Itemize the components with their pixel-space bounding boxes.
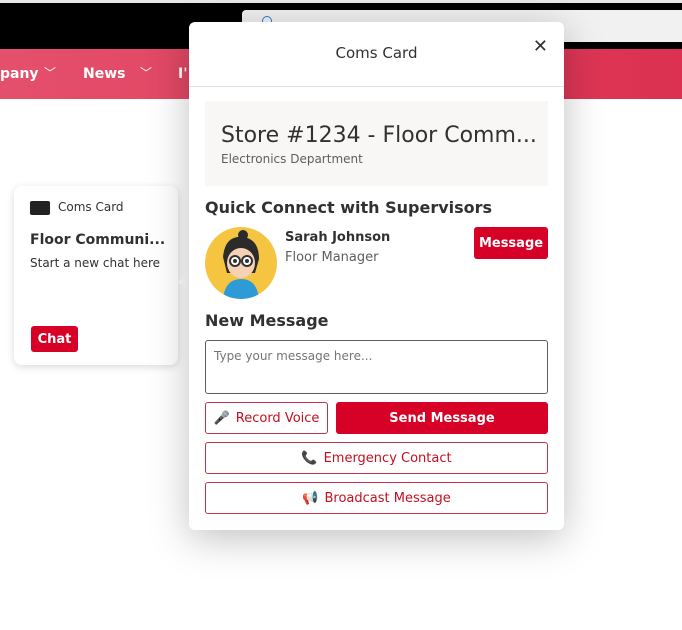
chevron-down-icon[interactable]: ﹀ bbox=[140, 64, 152, 81]
phone-icon: 📞 bbox=[301, 450, 318, 466]
message-supervisor-button[interactable]: Message bbox=[474, 227, 548, 259]
broadcast-message-label: Broadcast Message bbox=[324, 490, 451, 506]
message-input[interactable] bbox=[205, 340, 548, 394]
nav-item-news[interactable]: News bbox=[83, 66, 125, 82]
emergency-contact-label: Emergency Contact bbox=[323, 450, 452, 466]
coms-card: Coms Card Floor Communi... Start a new c… bbox=[14, 186, 178, 365]
emergency-contact-button[interactable]: 📞 Emergency Contact bbox=[205, 442, 548, 474]
store-header: Store #1234 - Floor Comm... Electronics … bbox=[205, 101, 548, 186]
card-title: Floor Communi... bbox=[30, 232, 166, 248]
supervisor-name: Sarah Johnson bbox=[285, 230, 391, 245]
store-department: Electronics Department bbox=[221, 152, 363, 166]
avatar bbox=[205, 227, 277, 299]
store-title: Store #1234 - Floor Comm... bbox=[221, 123, 537, 148]
record-voice-label: Record Voice bbox=[235, 410, 320, 426]
record-voice-button[interactable]: 🎤 Record Voice bbox=[205, 402, 328, 434]
close-icon[interactable]: ✕ bbox=[533, 36, 548, 57]
chat-button[interactable]: Chat bbox=[31, 326, 78, 352]
coms-card-dialog: Coms Card ✕ Store #1234 - Floor Comm... … bbox=[189, 22, 564, 530]
send-message-button[interactable]: Send Message bbox=[336, 402, 548, 434]
divider bbox=[189, 86, 564, 87]
nav-item-company[interactable]: pany bbox=[0, 66, 39, 82]
megaphone-icon: 📢 bbox=[302, 490, 319, 506]
new-message-heading: New Message bbox=[205, 311, 329, 330]
broadcast-message-button[interactable]: 📢 Broadcast Message bbox=[205, 482, 548, 514]
card-label: Coms Card bbox=[58, 200, 124, 214]
card-subtitle: Start a new chat here bbox=[30, 256, 161, 270]
supervisor-role: Floor Manager bbox=[285, 250, 379, 265]
chat-screen-icon bbox=[30, 201, 50, 215]
quick-connect-heading: Quick Connect with Supervisors bbox=[205, 198, 493, 217]
chevron-down-icon[interactable]: ﹀ bbox=[44, 64, 56, 81]
top-line bbox=[0, 0, 682, 3]
dialog-title: Coms Card bbox=[335, 44, 418, 62]
nav-item-partial[interactable]: I' bbox=[178, 66, 188, 82]
microphone-icon: 🎤 bbox=[213, 410, 230, 426]
